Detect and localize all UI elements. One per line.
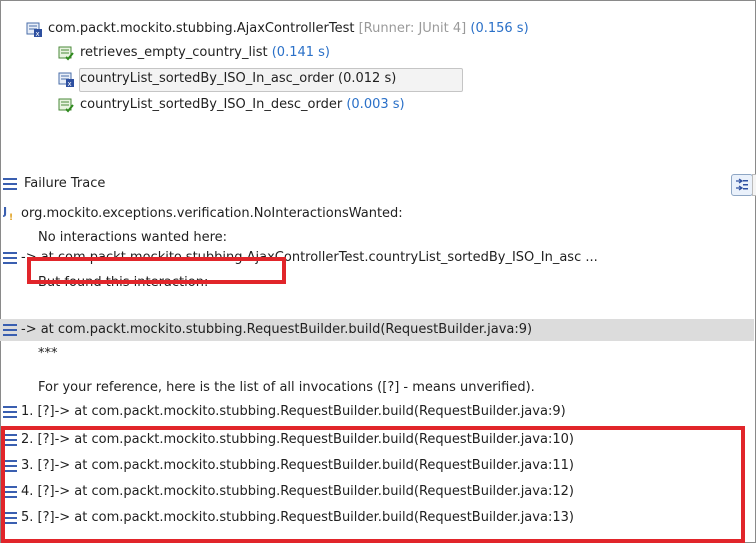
filter-icon <box>736 178 748 191</box>
compare-result-button[interactable] <box>752 174 756 196</box>
trace-line[interactable]: For your reference, here is the list of … <box>0 377 754 399</box>
test-suite-error-icon: x <box>26 22 42 37</box>
test-error-icon: x <box>58 72 74 87</box>
test-pass-icon <box>58 98 74 113</box>
test-name: countryList_sortedBy_ISO_In_asc_order (0… <box>80 71 397 86</box>
test-pass-icon <box>58 46 74 61</box>
svg-text:J: J <box>3 205 7 218</box>
trace-text: *** <box>38 346 58 361</box>
trace-line[interactable]: -> at com.packt.mockito.stubbing.Request… <box>0 319 754 341</box>
suite-name: com.packt.mockito.stubbing.AjaxControlle… <box>48 21 355 36</box>
svg-text:x: x <box>36 30 40 37</box>
stack-frame-icon <box>3 252 17 264</box>
test-name: retrieves_empty_country_list <box>80 45 268 60</box>
filter-stack-trace-button[interactable] <box>731 174 753 196</box>
highlight-box <box>1 426 745 543</box>
stack-trace-icon <box>3 178 17 190</box>
trace-line[interactable]: 1. [?]-> at com.packt.mockito.stubbing.R… <box>0 401 754 423</box>
test-name: countryList_sortedBy_ISO_In_desc_order <box>80 97 343 112</box>
trace-text: org.mockito.exceptions.verification.NoIn… <box>21 206 403 221</box>
exception-icon: J ! <box>3 205 13 221</box>
stack-frame-icon <box>3 406 17 418</box>
highlight-box <box>27 257 286 284</box>
svg-text:!: ! <box>9 213 13 221</box>
trace-text: -> at com.packt.mockito.stubbing.Request… <box>21 322 533 337</box>
test-time: (0.141 s) <box>271 45 330 60</box>
trace-text: For your reference, here is the list of … <box>38 380 535 395</box>
test-time: (0.003 s) <box>346 97 405 112</box>
stack-frame-icon <box>3 324 17 336</box>
suite-time: (0.156 s) <box>470 21 529 36</box>
trace-text: No interactions wanted here: <box>38 230 228 245</box>
trace-line[interactable]: *** <box>0 343 754 365</box>
failure-trace-header: Failure Trace <box>0 172 756 196</box>
failure-trace-title: Failure Trace <box>24 176 106 191</box>
trace-line[interactable]: J ! org.mockito.exceptions.verification.… <box>0 203 754 225</box>
svg-text:x: x <box>68 80 72 87</box>
trace-line[interactable]: No interactions wanted here: <box>0 227 754 249</box>
suite-runner: [Runner: JUnit 4] <box>358 21 467 36</box>
trace-text: 1. [?]-> at com.packt.mockito.stubbing.R… <box>21 404 566 419</box>
